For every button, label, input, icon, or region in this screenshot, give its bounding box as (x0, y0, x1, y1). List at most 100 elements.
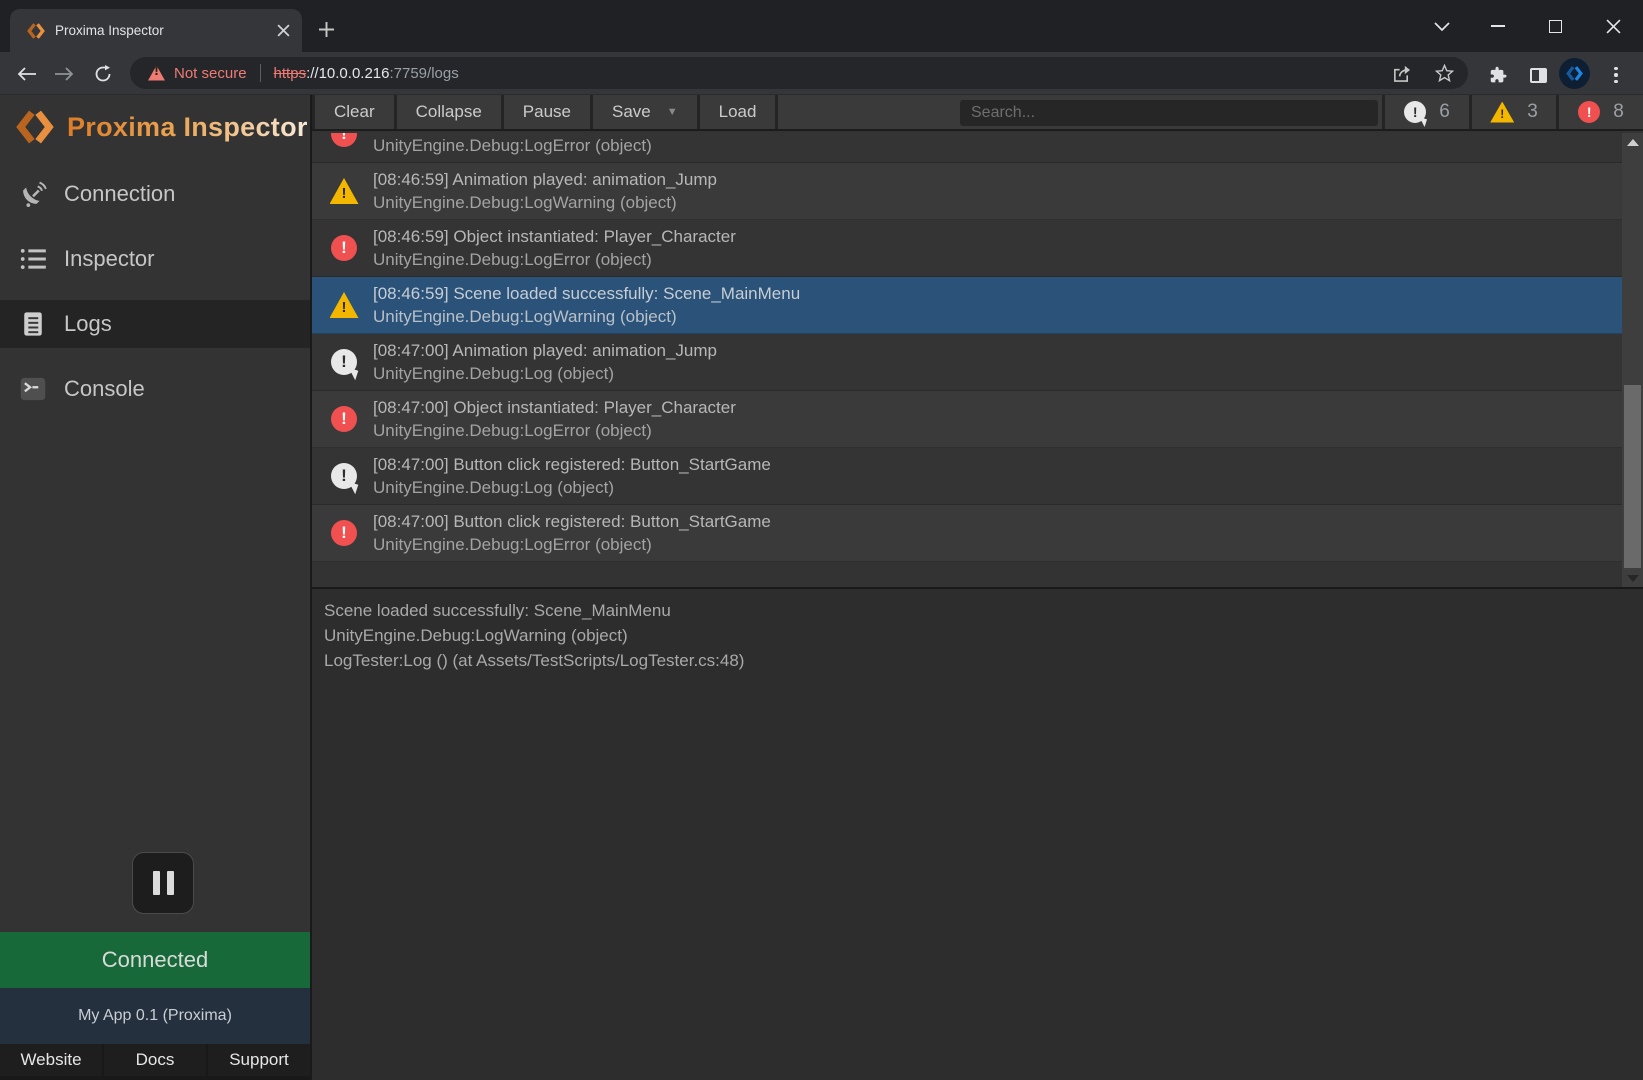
window-maximize-button[interactable] (1532, 4, 1578, 48)
save-button[interactable]: Save ▼ (593, 95, 700, 129)
sidebar-item-connection[interactable]: Connection (0, 170, 310, 218)
log-stack: UnityEngine.Debug:LogError (object) (373, 419, 736, 442)
detail-line: LogTester:Log () (at Assets/TestScripts/… (324, 648, 1631, 673)
log-row[interactable]: [08:47:00] Button click registered: Butt… (312, 505, 1643, 562)
url-host: ://10.0.0.216 (306, 65, 389, 82)
log-row[interactable]: UnityEngine.Debug:LogError (object) (312, 133, 1643, 163)
terminal-icon (18, 374, 48, 404)
forward-button[interactable] (46, 56, 82, 92)
log-detail-panel: Scene loaded successfully: Scene_MainMen… (312, 587, 1643, 1080)
log-row[interactable]: [08:46:59] Animation played: animation_J… (312, 163, 1643, 220)
detail-line: Scene loaded successfully: Scene_MainMen… (324, 598, 1631, 623)
pause-logs-button[interactable]: Pause (504, 95, 593, 129)
warning-count-badge[interactable]: 3 (1469, 95, 1556, 129)
app-logo: Proxima Inspector (16, 108, 308, 146)
not-secure-warning-icon (148, 66, 165, 81)
load-button[interactable]: Load (700, 95, 779, 129)
error-icon (331, 406, 357, 432)
sidebar-nav: Connection Inspector (0, 170, 310, 430)
log-stack: UnityEngine.Debug:Log (object) (373, 362, 717, 385)
log-row[interactable]: [08:47:00] Animation played: animation_J… (312, 334, 1643, 391)
proxima-logo-icon (16, 108, 54, 146)
log-message: [08:46:59] Scene loaded successfully: Sc… (373, 282, 800, 305)
back-button[interactable] (9, 56, 45, 92)
share-icon[interactable] (1392, 64, 1411, 83)
window-chevron-icon[interactable] (1419, 4, 1465, 48)
list-icon (18, 244, 48, 274)
log-list: UnityEngine.Debug:LogError (object) [08:… (312, 133, 1643, 587)
info-count: 6 (1439, 101, 1450, 123)
satellite-dish-icon (18, 179, 48, 209)
window-minimize-button[interactable] (1475, 4, 1521, 48)
error-count-badge[interactable]: 8 (1556, 95, 1643, 129)
info-count-badge[interactable]: 6 (1382, 95, 1469, 129)
scrollbar-thumb[interactable] (1624, 385, 1641, 568)
logs-panel: Clear Collapse Pause Save ▼ Load 6 (310, 95, 1643, 1080)
sidebar-item-label: Logs (64, 311, 112, 337)
url-scheme: https (274, 65, 307, 82)
url-separator (260, 64, 261, 82)
log-row[interactable]: [08:46:59] Scene loaded successfully: Sc… (312, 277, 1643, 334)
browser-menu-icon[interactable] (1601, 60, 1631, 90)
log-message: [08:46:59] Object instantiated: Player_C… (373, 225, 736, 248)
log-message: [08:46:59] Animation played: animation_J… (373, 168, 717, 191)
sidebar-item-console[interactable]: Console (0, 365, 310, 413)
log-row[interactable]: [08:46:59] Object instantiated: Player_C… (312, 220, 1643, 277)
error-icon (1578, 101, 1600, 123)
log-stack: UnityEngine.Debug:Log (object) (373, 476, 771, 499)
info-icon (1404, 101, 1426, 123)
not-secure-label: Not secure (174, 65, 247, 82)
new-tab-button[interactable] (312, 15, 340, 43)
log-stack: UnityEngine.Debug:LogError (object) (373, 533, 771, 556)
log-message: [08:47:00] Animation played: animation_J… (373, 339, 717, 362)
warning-count: 3 (1527, 101, 1538, 123)
log-row[interactable]: [08:47:00] Button click registered: Butt… (312, 448, 1643, 505)
sidebar: Proxima Inspector Connection (0, 95, 310, 1080)
document-icon (18, 309, 48, 339)
footer-link-support[interactable]: Support (208, 1044, 310, 1076)
footer-link-website[interactable]: Website (0, 1044, 102, 1076)
proxima-extension-icon[interactable] (1559, 58, 1590, 89)
app-logo-text: Proxima Inspector (67, 112, 308, 143)
sidebar-item-label: Connection (64, 181, 175, 207)
footer-link-docs[interactable]: Docs (104, 1044, 206, 1076)
error-count: 8 (1613, 101, 1624, 123)
log-stack: UnityEngine.Debug:LogWarning (object) (373, 305, 800, 328)
log-row[interactable]: [08:47:00] Object instantiated: Player_C… (312, 391, 1643, 448)
side-panel-icon[interactable] (1523, 60, 1553, 90)
sidebar-item-label: Inspector (64, 246, 155, 272)
browser-tab[interactable]: Proxima Inspector (10, 9, 302, 52)
log-message: [08:47:00] Button click registered: Butt… (373, 510, 771, 533)
clear-button[interactable]: Clear (315, 95, 397, 129)
url-path: :7759/logs (389, 65, 458, 82)
proxima-favicon-icon (27, 22, 45, 40)
sidebar-item-inspector[interactable]: Inspector (0, 235, 310, 283)
extensions-puzzle-icon[interactable] (1482, 60, 1512, 90)
sidebar-item-label: Console (64, 376, 145, 402)
logs-toolbar: Clear Collapse Pause Save ▼ Load 6 (312, 95, 1643, 131)
reload-button[interactable] (85, 56, 121, 92)
sidebar-item-logs[interactable]: Logs (0, 300, 310, 348)
address-bar[interactable]: Not secure https://10.0.0.216:7759/logs (130, 57, 1468, 89)
info-icon (331, 349, 357, 375)
warning-icon (330, 178, 359, 204)
collapse-button[interactable]: Collapse (397, 95, 504, 129)
info-icon (331, 463, 357, 489)
bookmark-star-icon[interactable] (1435, 64, 1454, 83)
window-close-button[interactable] (1590, 4, 1636, 48)
save-dropdown-caret-icon[interactable]: ▼ (667, 106, 678, 118)
tab-close-icon[interactable] (277, 24, 290, 37)
sidebar-footer: Website Docs Support (0, 1044, 310, 1080)
search-input[interactable] (960, 100, 1378, 126)
log-message: [08:47:00] Object instantiated: Player_C… (373, 396, 736, 419)
log-stack: UnityEngine.Debug:LogError (object) (373, 248, 736, 271)
scroll-up-arrow-icon[interactable] (1622, 133, 1643, 151)
tab-title: Proxima Inspector (55, 23, 267, 38)
scroll-down-arrow-icon[interactable] (1622, 569, 1643, 587)
pause-stream-button[interactable] (132, 852, 194, 914)
browser-window: Proxima Inspector (0, 0, 1643, 1080)
connection-status-badge: Connected (0, 932, 310, 988)
error-icon (331, 133, 357, 147)
pause-icon (153, 871, 160, 895)
warning-icon (1490, 102, 1514, 123)
